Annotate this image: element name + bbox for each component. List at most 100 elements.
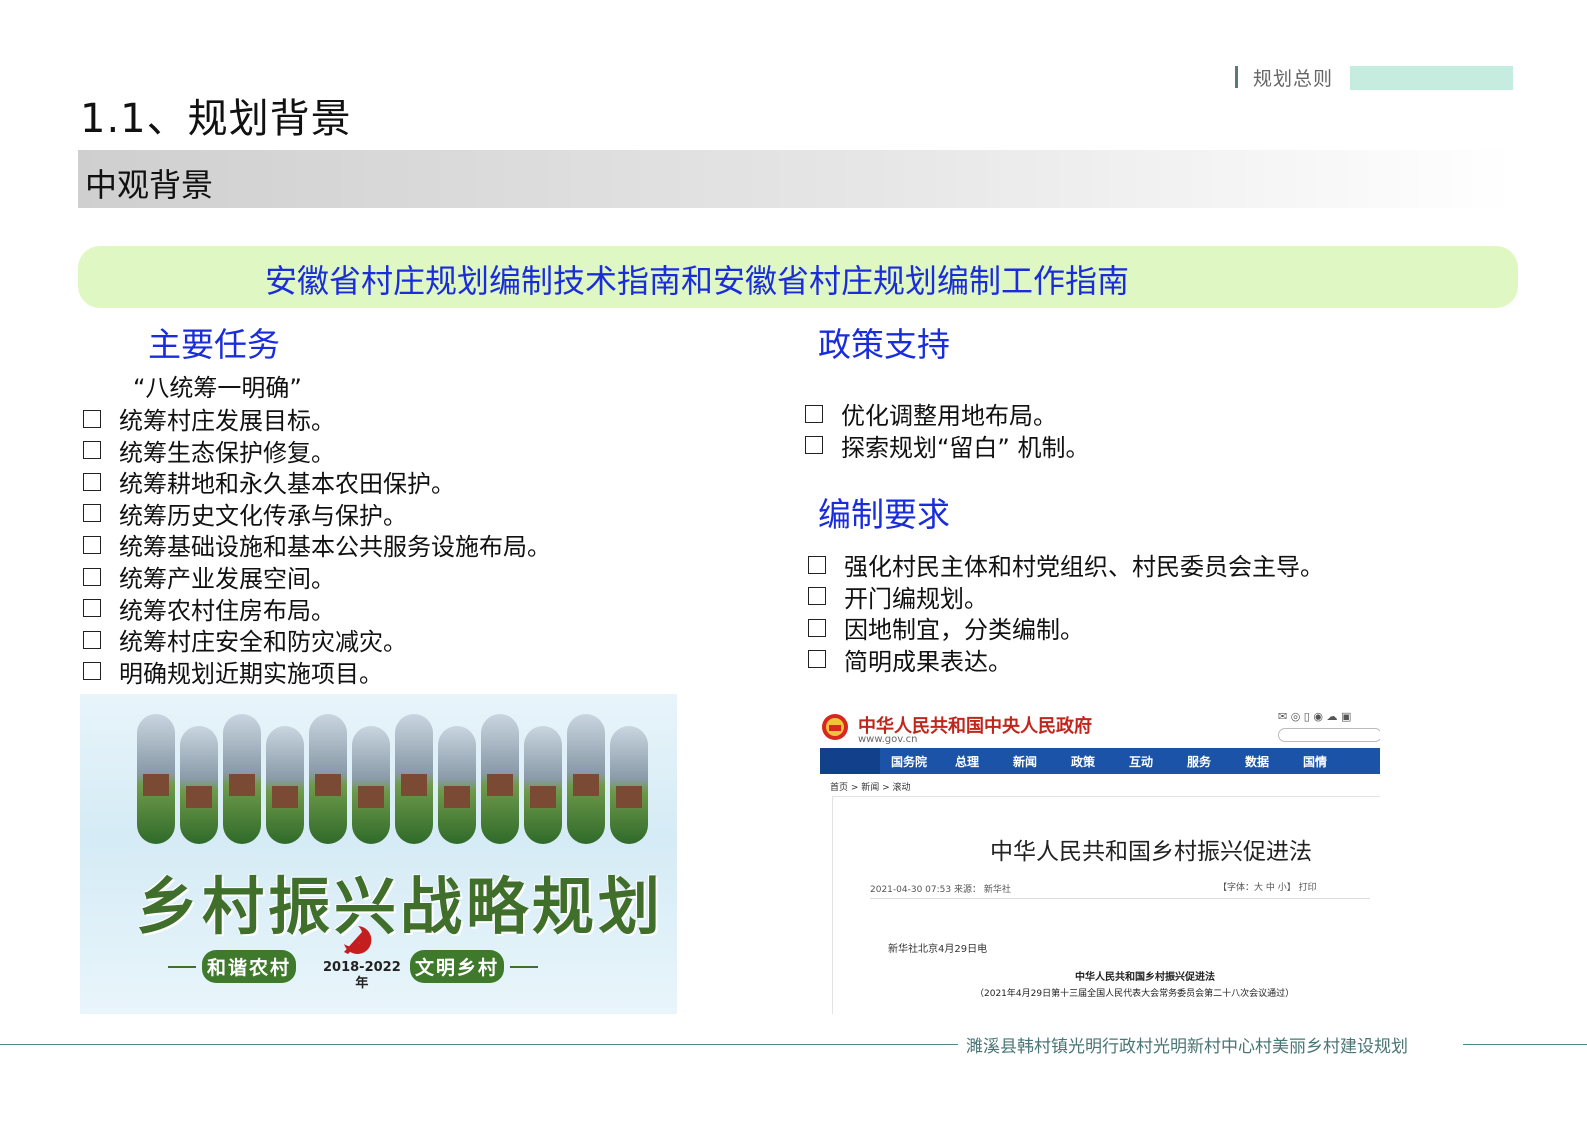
article-dateline: 新华社北京4月29日电 bbox=[888, 944, 988, 955]
list-item: 简明成果表达。 bbox=[808, 642, 1012, 677]
list-item-text: 优化调整用地布局。 bbox=[841, 402, 1057, 430]
list-item: 统筹村庄发展目标。 bbox=[83, 401, 335, 436]
list-item: 因地制宜，分类编制。 bbox=[808, 610, 1084, 645]
list-item: 统筹产业发展空间。 bbox=[83, 559, 335, 594]
requirements-heading: 编制要求 bbox=[818, 495, 950, 534]
gov-nav-item[interactable]: 服务 bbox=[1170, 753, 1228, 770]
list-item: 统筹历史文化传承与保护。 bbox=[83, 496, 407, 531]
poster-years: 2018-2022 年 bbox=[323, 960, 401, 992]
house-shape bbox=[573, 774, 599, 796]
house-shape bbox=[530, 786, 556, 808]
list-item: 统筹村庄安全和防灾减灾。 bbox=[83, 622, 407, 657]
house-shape bbox=[186, 786, 212, 808]
gov-nav-item[interactable]: 数据 bbox=[1228, 753, 1286, 770]
list-item: 统筹农村住房布局。 bbox=[83, 591, 335, 626]
checkbox-icon bbox=[808, 618, 826, 637]
house-shape bbox=[315, 774, 341, 796]
main-tasks-intro: “八统筹一明确” bbox=[133, 374, 302, 402]
footer-divider-right bbox=[1463, 1044, 1587, 1045]
section-tag-marker bbox=[1235, 66, 1238, 88]
gov-website-screenshot: 中华人民共和国中央人民政府 www.gov.cn ✉ ◎ ▯ ◉ ☁ ▣ 国务院… bbox=[820, 704, 1380, 1014]
list-item-text: 统筹历史文化传承与保护。 bbox=[119, 501, 407, 530]
poster-title: 乡村振兴战略规划 bbox=[136, 870, 665, 943]
gov-nav-item[interactable]: 总理 bbox=[938, 753, 996, 770]
poster-years-range: 2018-2022 bbox=[323, 960, 401, 975]
checkbox-icon bbox=[83, 441, 101, 460]
list-item-text: 统筹生态保护修复。 bbox=[119, 438, 335, 467]
footer-project-name: 濉溪县韩村镇光明行政村光明新村中心村美丽乡村建设规划 bbox=[966, 1037, 1408, 1057]
gov-nav-item[interactable]: 国情 bbox=[1286, 753, 1344, 770]
list-item-text: 统筹村庄发展目标。 bbox=[119, 407, 335, 435]
list-item: 探索规划“留白” 机制。 bbox=[805, 428, 1090, 463]
subtitle-bar bbox=[78, 150, 1513, 208]
list-item: 明确规划近期实施项目。 bbox=[83, 654, 383, 689]
checkbox-icon bbox=[83, 630, 101, 649]
law-title: 中华人民共和国乡村振兴促进法 bbox=[1075, 972, 1215, 983]
house-shape bbox=[358, 786, 384, 808]
checkbox-icon bbox=[805, 404, 823, 423]
checkbox-icon bbox=[83, 567, 101, 586]
poster-years-suffix: 年 bbox=[355, 976, 369, 991]
policy-heading: 政策支持 bbox=[818, 325, 950, 364]
landscape-strip bbox=[524, 726, 562, 844]
list-item-text: 简明成果表达。 bbox=[844, 647, 1012, 676]
house-shape bbox=[444, 786, 470, 808]
house-shape bbox=[143, 774, 169, 796]
house-shape bbox=[401, 774, 427, 796]
checkbox-icon bbox=[83, 599, 101, 618]
checkbox-icon bbox=[805, 436, 823, 455]
gov-search-input[interactable] bbox=[1278, 728, 1380, 742]
article-title: 中华人民共和国乡村振兴促进法 bbox=[990, 839, 1312, 865]
list-item-text: 统筹基础设施和基本公共服务设施布局。 bbox=[119, 533, 551, 562]
article-divider bbox=[870, 898, 1370, 899]
national-emblem-icon bbox=[822, 714, 848, 740]
checkbox-icon bbox=[808, 587, 826, 606]
footer-divider-left bbox=[0, 1044, 958, 1045]
checkbox-icon bbox=[83, 409, 101, 428]
list-item: 统筹耕地和永久基本农田保护。 bbox=[83, 464, 455, 499]
checkbox-icon bbox=[808, 555, 826, 574]
list-item-text: 强化村民主体和村党组织、村民委员会主导。 bbox=[844, 553, 1324, 581]
guideline-banner-text: 安徽省村庄规划编制技术指南和安徽省村庄规划编制工作指南 bbox=[265, 262, 1130, 300]
subtitle: 中观背景 bbox=[85, 166, 214, 204]
checkbox-icon bbox=[83, 662, 101, 681]
rural-revitalization-poster: 乡村振兴战略规划 和谐农村 文明乡村 2018-2022 年 bbox=[80, 694, 677, 1014]
list-item-text: 开门编规划。 bbox=[844, 584, 988, 613]
checkbox-icon bbox=[83, 472, 101, 491]
landscape-strip bbox=[438, 726, 476, 844]
house-shape bbox=[487, 774, 513, 796]
gov-nav-item[interactable]: 国务院 bbox=[880, 753, 938, 770]
list-item-text: 统筹耕地和永久基本农田保护。 bbox=[119, 470, 455, 499]
breadcrumb: 首页 > 新闻 > 滚动 bbox=[830, 783, 911, 793]
list-item: 开门编规划。 bbox=[808, 579, 988, 614]
landscape-strip bbox=[352, 726, 390, 844]
list-item-text: 因地制宜，分类编制。 bbox=[844, 616, 1084, 645]
party-emblem-icon bbox=[344, 926, 372, 954]
gov-nav-item[interactable]: 政策 bbox=[1054, 753, 1112, 770]
list-item: 强化村民主体和村党组织、村民委员会主导。 bbox=[808, 547, 1324, 582]
page-title: 1.1、规划背景 bbox=[80, 96, 352, 142]
list-item: 统筹生态保护修复。 bbox=[83, 433, 335, 468]
gov-site-url: www.gov.cn bbox=[858, 734, 918, 745]
house-shape bbox=[272, 786, 298, 808]
gov-nav-items: 国务院 总理 新闻 政策 互动 服务 数据 国情 bbox=[880, 753, 1344, 770]
main-tasks-heading: 主要任务 bbox=[148, 325, 280, 364]
landscape-strip bbox=[266, 726, 304, 844]
slogan-left: 和谐农村 bbox=[202, 950, 297, 983]
checkbox-icon bbox=[808, 650, 826, 669]
house-shape bbox=[616, 786, 642, 808]
list-item-text: 统筹农村住房布局。 bbox=[119, 596, 335, 625]
list-item-text: 明确规划近期实施项目。 bbox=[119, 659, 383, 688]
list-item: 统筹基础设施和基本公共服务设施布局。 bbox=[83, 527, 551, 562]
gov-nav-item[interactable]: 新闻 bbox=[996, 753, 1054, 770]
home-icon[interactable] bbox=[820, 748, 880, 774]
landscape-strip bbox=[180, 726, 218, 844]
slogan-right: 文明乡村 bbox=[410, 950, 505, 983]
list-item-text: 统筹村庄安全和防灾减灾。 bbox=[119, 628, 407, 657]
checkbox-icon bbox=[83, 535, 101, 554]
list-item: 优化调整用地布局。 bbox=[805, 396, 1057, 431]
gov-nav-item[interactable]: 互动 bbox=[1112, 753, 1170, 770]
list-item-text: 探索规划“留白” 机制。 bbox=[841, 433, 1090, 462]
article-tools[interactable]: 【字体：大 中 小】 打印 bbox=[1218, 880, 1317, 893]
article-meta: 2021-04-30 07:53 来源： 新华社 bbox=[870, 885, 1011, 895]
